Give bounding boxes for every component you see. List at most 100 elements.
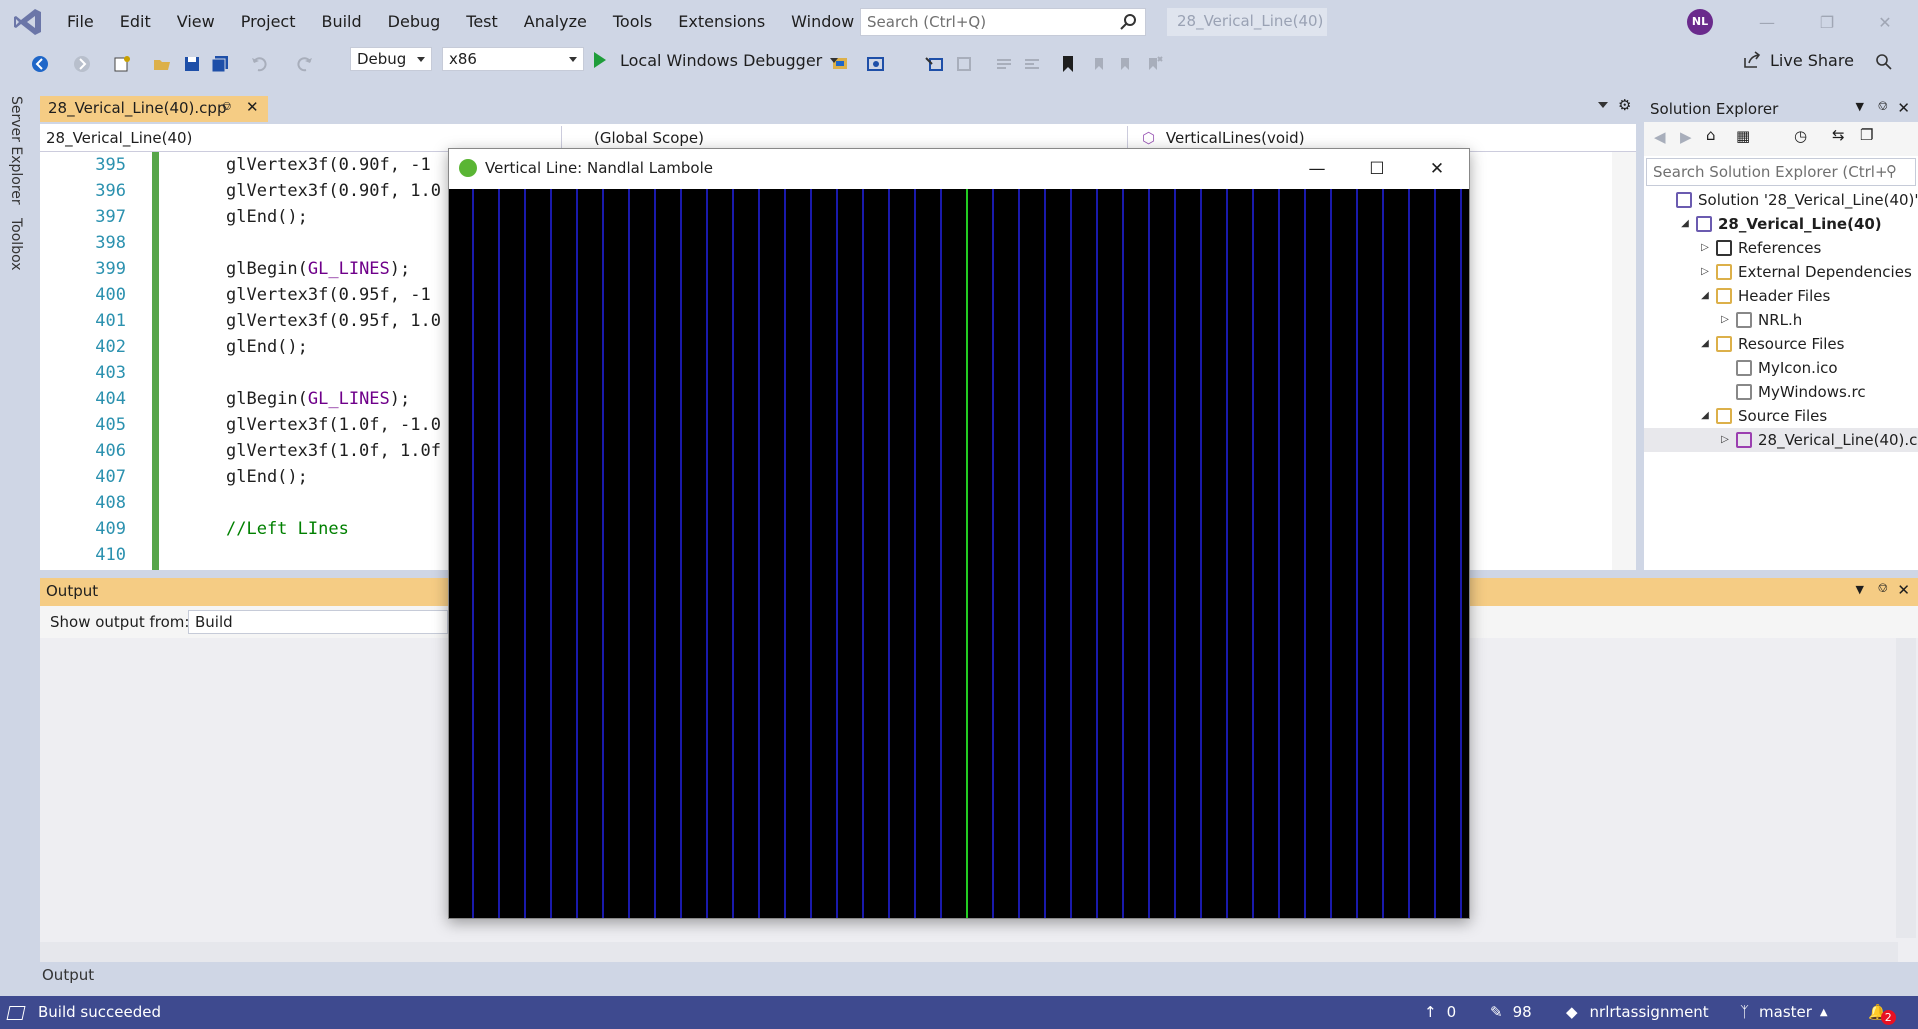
menu-analyze[interactable]: Analyze [511, 0, 600, 44]
tree-item[interactable]: ◢ Header Files [1644, 284, 1918, 308]
project-nav-select[interactable]: 28_Verical_Line(40) [40, 126, 562, 150]
start-debugging-button[interactable]: Local Windows Debugger [592, 47, 839, 73]
pin-icon[interactable]: ⎊ [1878, 581, 1888, 596]
output-horizontal-scrollbar[interactable] [40, 942, 1898, 962]
toolbox-tab[interactable]: Toolbox [8, 218, 24, 271]
branch[interactable]: ᛉ master ▲ [1740, 996, 1828, 1029]
menu-view[interactable]: View [164, 0, 228, 44]
expanded-arrow-icon[interactable]: ◢ [1678, 212, 1692, 236]
tree-item[interactable]: ▷ External Dependencies [1644, 260, 1918, 284]
menu-project[interactable]: Project [228, 0, 309, 44]
solution-search-input[interactable]: Search Solution Explorer (Ctrl+ ⚲ [1646, 158, 1916, 186]
expanded-arrow-icon[interactable]: ◢ [1698, 332, 1712, 356]
navigate-back-icon[interactable] [30, 54, 50, 74]
redo-icon[interactable] [294, 54, 314, 74]
tab-list-chevron-icon[interactable] [1598, 102, 1608, 108]
close-tab-icon[interactable]: ✕ [246, 98, 259, 116]
minimize-icon[interactable]: — [1744, 0, 1790, 44]
tab-output[interactable]: Output [40, 962, 96, 990]
switch-views-icon[interactable]: ▦ [1736, 127, 1750, 145]
step-over-icon[interactable] [954, 54, 974, 74]
output-scrollbar[interactable] [1896, 638, 1916, 938]
menu-test[interactable]: Test [453, 0, 511, 44]
new-project-icon[interactable] [112, 54, 132, 74]
scope-nav-select[interactable]: (Global Scope) [588, 126, 1128, 150]
minimize-icon[interactable]: — [1287, 149, 1347, 189]
previous-bookmark-icon[interactable] [1088, 54, 1108, 74]
pending-changes-icon[interactable]: ◷ [1794, 127, 1807, 145]
save-icon[interactable] [182, 54, 202, 74]
tree-item[interactable]: Solution '28_Verical_Line(40)' (1 [1644, 188, 1918, 212]
repository[interactable]: ◆ nrlrtassignment [1566, 996, 1709, 1029]
uncomment-icon[interactable] [1022, 54, 1042, 74]
feedback-icon[interactable] [1874, 52, 1894, 72]
tab-editor-file[interactable]: 28_Verical_Line(40).cpp ⎊ ✕ [40, 96, 268, 122]
tree-item[interactable]: ▷ 28_Verical_Line(40).cp [1644, 428, 1918, 452]
editor-scrollbar[interactable] [1612, 152, 1636, 570]
opengl-window-titlebar[interactable]: Vertical Line: Nandlal Lambole — ☐ ✕ [449, 149, 1469, 189]
push-count[interactable]: ↑ 0 [1424, 996, 1456, 1029]
close-icon[interactable]: ✕ [1897, 581, 1910, 599]
expanded-arrow-icon[interactable]: ◢ [1698, 404, 1712, 428]
visual-studio-logo-icon[interactable] [12, 6, 44, 38]
tree-item[interactable]: ▷ NRL.h [1644, 308, 1918, 332]
menu-file[interactable]: File [54, 0, 107, 44]
configuration-select[interactable]: Debug [350, 47, 432, 71]
platform-select[interactable]: x86 [442, 47, 584, 71]
code-text: ); [389, 259, 411, 279]
restore-icon[interactable]: ❐ [1804, 0, 1850, 44]
close-icon[interactable]: ✕ [1407, 149, 1467, 189]
comment-icon[interactable] [994, 54, 1014, 74]
pending-changes[interactable]: ✎ 98 [1490, 996, 1532, 1029]
home-icon[interactable]: ⌂ [1706, 126, 1716, 144]
pin-icon[interactable]: ⎊ [222, 99, 232, 114]
pin-icon[interactable]: ⎊ [1878, 99, 1888, 114]
bookmark-icon[interactable] [1058, 54, 1078, 74]
back-icon[interactable]: ◀ [1654, 128, 1666, 146]
menu-edit[interactable]: Edit [107, 0, 164, 44]
step-into-icon[interactable] [924, 54, 944, 74]
collapsed-arrow-icon[interactable]: ▷ [1718, 428, 1732, 452]
forward-icon[interactable]: ▶ [1680, 128, 1692, 146]
close-icon[interactable]: ✕ [1897, 99, 1910, 117]
menu-tools[interactable]: Tools [600, 0, 665, 44]
opengl-window[interactable]: Vertical Line: Nandlal Lambole — ☐ ✕ [448, 148, 1470, 919]
next-bookmark-icon[interactable] [1116, 54, 1136, 74]
chevron-down-icon[interactable]: ▼ [1856, 100, 1864, 113]
menu-debug[interactable]: Debug [375, 0, 454, 44]
tree-item[interactable]: MyIcon.ico [1644, 356, 1918, 380]
menu-build[interactable]: Build [308, 0, 374, 44]
notifications[interactable]: 🔔 2 [1868, 996, 1902, 1029]
collapse-all-icon[interactable]: ❐ [1860, 126, 1873, 144]
navigate-forward-icon[interactable] [72, 54, 92, 74]
tree-item[interactable]: ◢ 28_Verical_Line(40) [1644, 212, 1918, 236]
hot-reload-icon[interactable] [866, 54, 886, 74]
sync-icon[interactable]: ⇆ [1832, 126, 1845, 144]
open-folder-icon[interactable] [152, 54, 172, 74]
function-nav-select[interactable]: ⬡ VerticalLines(void) [1136, 126, 1616, 150]
live-share-button[interactable]: Live Share [1742, 50, 1854, 70]
tree-item[interactable]: ▷ References [1644, 236, 1918, 260]
collapsed-arrow-icon[interactable]: ▷ [1698, 260, 1712, 284]
avatar[interactable]: NL [1687, 9, 1713, 35]
maximize-icon[interactable]: ☐ [1347, 149, 1407, 189]
collapsed-arrow-icon[interactable]: ▷ [1718, 308, 1732, 332]
collapsed-arrow-icon[interactable]: ▷ [1698, 236, 1712, 260]
server-explorer-tab[interactable]: Server Explorer [8, 96, 24, 205]
close-icon[interactable]: ✕ [1862, 0, 1908, 44]
menu-window[interactable]: Window [778, 0, 867, 44]
settings-icon[interactable]: ⚙ [1618, 96, 1631, 114]
output-source-select[interactable]: Build [188, 610, 448, 634]
search-input[interactable]: Search (Ctrl+Q) [860, 8, 1146, 36]
change-tracking-bar [152, 152, 159, 570]
undo-icon[interactable] [250, 54, 270, 74]
save-all-icon[interactable] [210, 54, 230, 74]
clear-bookmarks-icon[interactable] [1144, 54, 1164, 74]
tree-item[interactable]: ◢ Source Files [1644, 404, 1918, 428]
tree-item[interactable]: ◢ Resource Files [1644, 332, 1918, 356]
expanded-arrow-icon[interactable]: ◢ [1698, 284, 1712, 308]
chevron-down-icon[interactable]: ▼ [1856, 583, 1864, 596]
menu-extensions[interactable]: Extensions [665, 0, 778, 44]
tree-item[interactable]: MyWindows.rc [1644, 380, 1918, 404]
